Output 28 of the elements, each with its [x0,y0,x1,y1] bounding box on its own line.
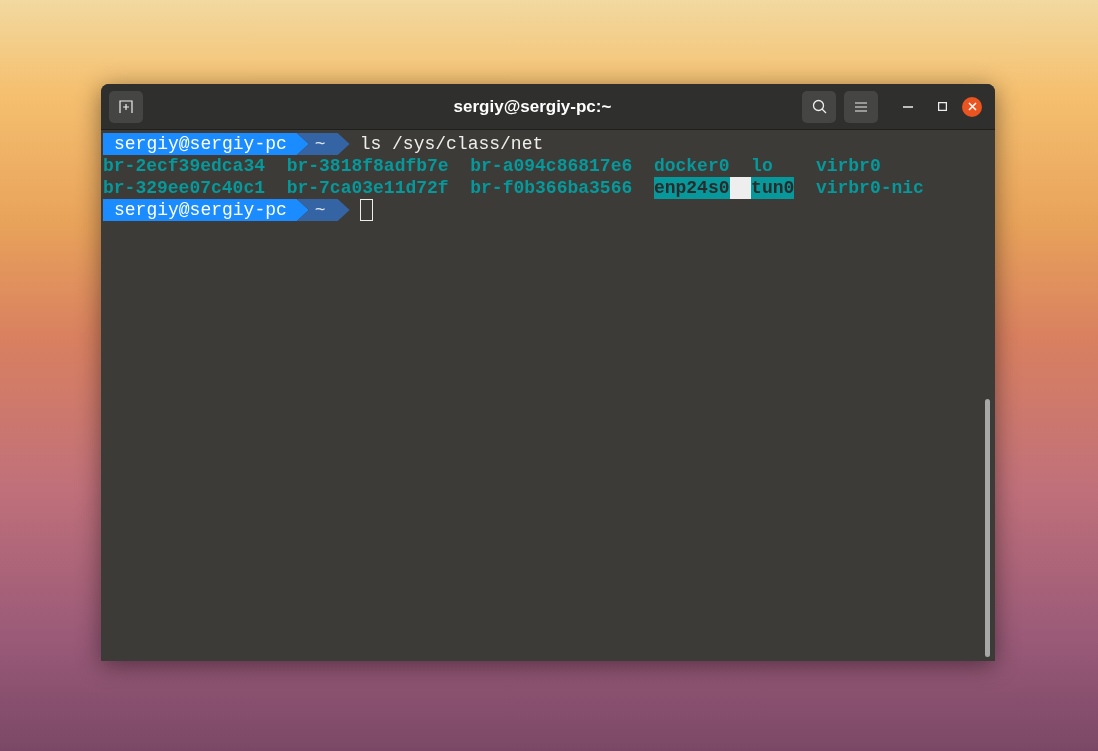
highlight-block [729,177,752,199]
directory-entry: br-3818f8adfb7e [286,155,449,177]
new-tab-button[interactable] [109,90,143,123]
maximize-icon [937,102,947,111]
prompt-user-host: sergiy@sergiy-pc [103,199,309,221]
directory-entry: br-2ecf39edca34 [103,155,266,177]
directory-entry: br-329ee07c40c1 [103,177,266,199]
directory-entry: br-f0b366ba3566 [470,177,633,199]
directory-entry: lo [751,155,773,177]
command-text: ls /sys/class/net [359,132,544,156]
search-icon [811,99,827,114]
menu-icon [855,101,867,112]
close-icon [967,102,977,111]
directory-entry: enp24s0 [653,177,730,199]
directory-entry: tun0 [751,177,795,199]
menu-button[interactable] [844,90,878,123]
window-title: sergiy@sergiy-pc:~ [452,95,612,118]
directory-entry: virbr0-nic [815,177,924,199]
scrollbar-thumb[interactable] [985,399,990,657]
search-button[interactable] [802,90,836,123]
close-button[interactable] [962,96,982,117]
directory-entry: docker0 [653,155,730,177]
directory-entry: virbr0 [815,155,881,177]
prompt-user-host: sergiy@sergiy-pc [103,133,309,155]
new-tab-icon [119,100,133,113]
minimize-icon [903,105,913,108]
directory-entry: br-7ca03e11d72f [286,177,449,199]
directory-entry: br-a094c86817e6 [470,155,633,177]
